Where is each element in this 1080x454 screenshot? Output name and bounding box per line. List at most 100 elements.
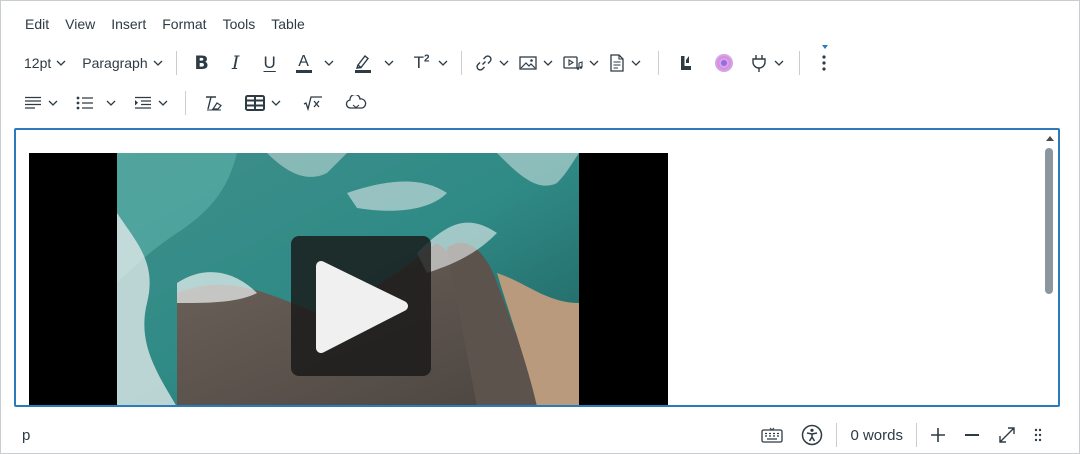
accessibility-icon <box>802 424 823 446</box>
menubar: Edit View Insert Format Tools Table <box>17 11 313 37</box>
menu-edit[interactable]: Edit <box>17 12 57 36</box>
text-color-icon: A <box>295 53 312 73</box>
menu-format[interactable]: Format <box>154 12 214 36</box>
minus-icon <box>965 434 979 436</box>
clear-formatting-icon <box>206 96 222 111</box>
chevron-down-icon <box>543 60 553 66</box>
drag-handle-icon <box>1034 428 1042 442</box>
chevron-down-icon <box>438 60 448 66</box>
editor-content-area[interactable] <box>14 128 1060 407</box>
clear-formatting-button[interactable] <box>198 88 228 118</box>
media-button[interactable] <box>558 48 604 78</box>
equation-button[interactable] <box>298 88 328 118</box>
table-button[interactable] <box>240 88 286 118</box>
chevron-down-icon <box>384 60 394 66</box>
document-icon <box>609 54 624 72</box>
scroll-up-arrow-icon <box>1046 136 1054 141</box>
link-icon <box>475 55 492 71</box>
cloud-icon <box>345 95 367 109</box>
chevron-down-icon <box>48 100 58 106</box>
word-count[interactable]: 0 words <box>841 427 912 444</box>
bold-button[interactable]: B <box>185 48 219 78</box>
apps-plugin-button[interactable] <box>745 48 789 78</box>
block-format-dropdown[interactable]: Paragraph <box>77 48 167 78</box>
square-root-icon <box>303 96 322 111</box>
bold-icon: B <box>194 52 209 74</box>
plus-icon <box>931 428 945 442</box>
lti-tool-button[interactable] <box>673 48 699 78</box>
chevron-down-icon <box>324 60 334 66</box>
studio-logo-icon <box>714 54 733 72</box>
chevron-down-icon <box>158 100 168 106</box>
plug-icon <box>751 55 766 72</box>
highlighter-icon <box>354 54 371 73</box>
zoom-in-button[interactable] <box>921 427 955 443</box>
scrollbar-thumb[interactable] <box>1045 148 1053 294</box>
toolbar-separator <box>185 91 186 115</box>
studio-tool-button[interactable] <box>709 48 739 78</box>
document-button[interactable] <box>604 48 646 78</box>
superscript-icon: T2 <box>413 53 430 72</box>
menu-table[interactable]: Table <box>263 12 312 36</box>
chevron-down-icon <box>56 60 66 66</box>
chevron-down-icon <box>589 60 599 66</box>
video-play-button[interactable] <box>291 236 431 376</box>
toolbar-separator <box>657 51 659 75</box>
fullscreen-button[interactable] <box>989 426 1025 444</box>
play-icon <box>316 261 408 353</box>
block-format-label: Paragraph <box>82 55 148 71</box>
word-count-label: 0 words <box>850 426 903 444</box>
underline-button[interactable]: U <box>253 48 287 78</box>
toolbar-separator <box>175 51 177 75</box>
element-path[interactable]: p <box>22 427 30 444</box>
superscript-button[interactable]: T2 <box>409 48 453 78</box>
chevron-down-icon <box>774 60 784 66</box>
status-bar: p 0 words <box>1 417 1079 453</box>
bulleted-list-icon <box>76 96 93 110</box>
toolbar-separator <box>460 51 462 75</box>
table-icon <box>245 95 265 111</box>
toolbar-row-1: 12pt Paragraph B I U A T2 <box>19 45 832 79</box>
chevron-down-icon <box>106 100 116 106</box>
accessibility-checker-button[interactable] <box>792 424 832 446</box>
link-button[interactable] <box>470 48 514 78</box>
align-left-icon <box>25 96 41 109</box>
highlight-color-button[interactable] <box>349 48 399 78</box>
chevron-down-icon <box>153 60 163 66</box>
more-options-button[interactable] <box>816 45 832 78</box>
toolbar-separator <box>798 51 800 75</box>
font-size-dropdown[interactable]: 12pt <box>19 48 71 78</box>
italic-icon: I <box>231 52 240 74</box>
chevron-down-icon <box>499 60 509 66</box>
indicator-triangle-icon <box>821 45 828 49</box>
font-size-label: 12pt <box>24 55 52 71</box>
cloud-upload-button[interactable] <box>340 88 372 118</box>
italic-button[interactable]: I <box>219 48 253 78</box>
rich-content-editor: Edit View Insert Format Tools Table 12pt… <box>0 0 1080 454</box>
embedded-video[interactable] <box>29 153 668 405</box>
expand-icon <box>999 427 1015 443</box>
menu-insert[interactable]: Insert <box>103 12 154 36</box>
resize-handle[interactable] <box>1025 427 1051 443</box>
image-icon <box>518 56 537 70</box>
status-separator <box>916 423 917 447</box>
indent-icon <box>135 96 151 109</box>
chevron-down-icon <box>631 60 641 66</box>
media-icon <box>562 56 583 70</box>
text-color-button[interactable]: A <box>291 48 339 78</box>
keyboard-shortcuts-button[interactable] <box>752 427 792 443</box>
menu-tools[interactable]: Tools <box>215 12 264 36</box>
lti-logo-icon <box>680 56 691 70</box>
image-button[interactable] <box>514 48 558 78</box>
more-vertical-icon <box>821 55 826 71</box>
underline-icon: U <box>263 53 276 72</box>
align-button[interactable] <box>19 88 63 118</box>
chevron-down-icon <box>271 100 281 106</box>
status-actions: 0 words <box>752 421 1051 449</box>
zoom-out-button[interactable] <box>955 427 989 443</box>
menu-view[interactable]: View <box>57 12 103 36</box>
status-separator <box>836 423 838 447</box>
list-button[interactable] <box>71 88 121 118</box>
indent-button[interactable] <box>129 88 173 118</box>
toolbar-row-2 <box>19 87 372 119</box>
